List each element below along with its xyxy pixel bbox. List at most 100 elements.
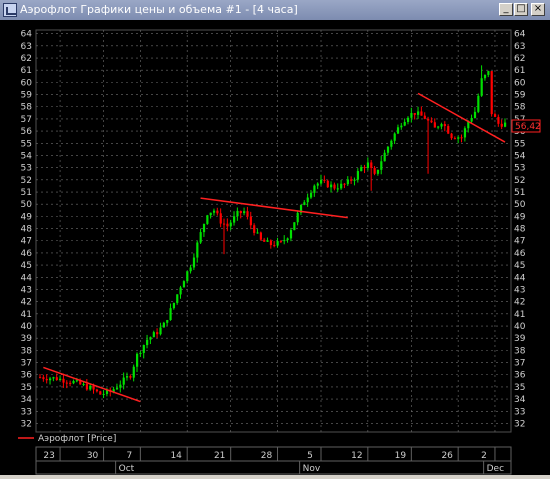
candle-body [400,125,403,128]
y-tick-label-left: 32 [21,419,32,429]
candle-body [85,384,89,390]
y-tick-label-right: 63 [514,42,525,52]
candle-body [340,183,343,189]
candle-body [350,179,353,181]
candle-body [460,137,463,139]
y-tick-label-left: 53 [21,164,32,174]
candle-body [433,122,436,128]
candle-body [59,378,62,381]
price-chart[interactable]: 32 32 33 33 34 34 35 35 36 36 37 37 38 38 39 39 40 40 41 41… [0,20,550,475]
candle-body [493,114,497,117]
candle-body [413,113,416,115]
candle-body [420,111,423,116]
candle-body [480,78,483,96]
candle-body [99,391,102,395]
y-tick-label-right: 40 [514,322,526,332]
candle-body [69,382,72,384]
y-tick-label-left: 60 [21,78,33,88]
y-tick-label-right: 34 [514,395,526,405]
candle-body [259,232,262,240]
candle-body [370,162,373,168]
y-tick-label-right: 52 [514,176,525,186]
y-tick-label-left: 51 [21,188,32,198]
candle-body [179,287,182,295]
candle-body [450,133,453,139]
y-tick-label-right: 55 [514,139,525,149]
y-tick-label-left: 62 [21,54,32,64]
candle-body [243,211,246,214]
candle-body [45,378,48,381]
y-tick-label-right: 47 [514,237,525,247]
y-tick-label-right: 60 [514,78,526,88]
maximize-button[interactable]: □ [514,3,528,16]
candle-body [256,232,259,234]
candle-body [376,169,380,174]
candle-body [346,179,349,185]
candle-body [406,117,410,122]
y-tick-label-right: 46 [514,249,526,259]
candle-body [219,213,222,224]
candle-body [129,376,132,378]
candle-body [52,377,55,379]
y-tick-label-left: 34 [21,395,33,405]
candle-body [286,238,289,241]
y-tick-label-right: 39 [514,334,526,344]
x-tick-label: 30 [87,451,99,461]
candle-body [366,162,370,169]
y-tick-label-left: 44 [21,273,33,283]
candle-body [39,377,42,379]
candle-body [306,197,309,203]
candle-body [279,241,283,243]
y-tick-label-left: 54 [21,151,33,161]
candle-body [396,127,400,134]
y-tick-label-right: 35 [514,383,525,393]
x-tick-label: 2 [481,451,487,461]
candle-body [403,121,406,126]
y-tick-label-right: 41 [514,310,525,320]
candle-body [483,74,487,79]
candle-body [386,146,390,153]
x-tick-label: 19 [395,451,407,461]
y-tick-label-right: 49 [514,212,526,222]
y-tick-label-left: 33 [21,407,32,417]
y-tick-label-right: 58 [514,103,526,113]
candle-body [360,166,363,172]
candle-body [283,240,286,242]
candle-body [136,353,139,367]
x-tick-label: 7 [126,451,132,461]
candle-body [253,225,256,233]
candle-body [92,385,95,390]
chart-window-icon[interactable] [3,3,17,17]
candle-body [296,212,299,223]
candle-body [269,240,273,246]
candle-body [172,302,176,309]
candle-body [440,124,443,127]
candle-body [233,216,236,223]
y-tick-label-right: 61 [514,66,525,76]
candle-body [162,322,165,328]
y-tick-label-right: 38 [514,346,526,356]
candle-body [206,215,209,224]
y-tick-label-left: 59 [21,91,33,101]
window-title: Аэрофлот Графики цены и объема #1 - [4 ч… [20,3,298,16]
y-tick-label-left: 49 [21,212,33,222]
x-tick-label: 14 [170,451,182,461]
candle-body [353,179,356,181]
close-button[interactable]: × [531,3,545,16]
candle-body [410,113,413,118]
candle-body [139,352,142,354]
minimize-button[interactable]: _ [499,3,513,16]
y-tick-label-left: 39 [21,334,33,344]
y-tick-label-right: 50 [514,200,526,210]
x-tick-label: 26 [441,451,453,461]
y-tick-label-left: 41 [21,310,32,320]
candle-body [289,230,293,239]
y-tick-label-left: 61 [21,66,32,76]
candle-body [457,137,460,139]
window-titlebar: Аэрофлот Графики цены и объема #1 - [4 ч… [0,0,550,20]
candle-body [186,271,189,282]
candle-body [453,138,457,140]
candle-body [417,111,420,115]
candle-body [49,378,52,381]
chart-area[interactable]: 32 32 33 33 34 34 35 35 36 36 37 37 38 38 39 39 40 40 41 41… [0,20,550,475]
